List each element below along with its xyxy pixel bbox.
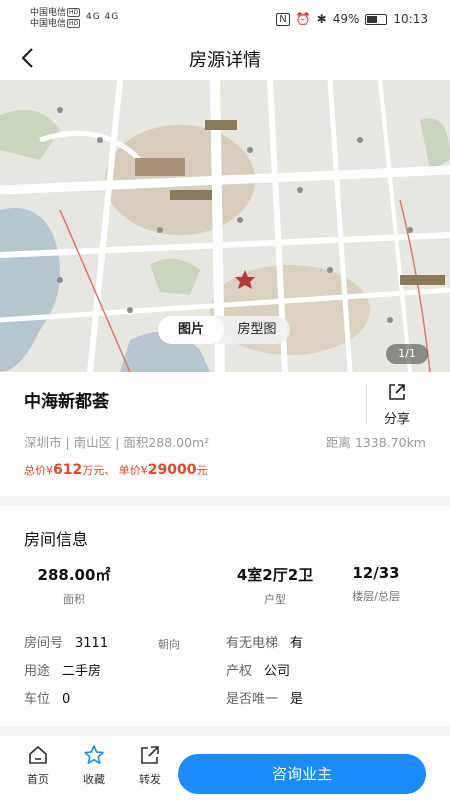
tab-photos[interactable]: 图片 [158,316,224,344]
forward-icon [141,746,159,764]
page-title: 房源详情 [189,50,261,71]
carrier-info: 中国电信 HD 中国电信 HD [30,8,81,30]
info-parking: 车位 0 [24,688,70,707]
nav-bar: 房源详情 [0,38,450,80]
info-room-no: 房间号 3111 [24,632,108,651]
hd-badge-1: HD [67,8,81,17]
layout-label: 户型 [264,593,286,606]
favorite-button[interactable]: 收藏 [74,744,114,787]
stat-layout: 4室2厅2卫 户型 [220,564,330,607]
share-button[interactable]: 分享 [372,382,422,427]
property-name: 中海新都荟 [24,392,109,412]
share-icon [389,384,405,400]
room-info-card: 房间信息 288.00㎡ 面积 朝向 4室2厅2卫 户型 12/33 楼层/总层… [0,506,450,726]
floor-label: 楼层/总层 [352,590,400,603]
nfc-icon: N [276,12,290,26]
home-label: 首页 [27,773,49,786]
info-unique: 是否唯一是 [226,688,303,707]
stat-floor: 12/33 楼层/总层 [340,564,412,604]
room-no-value: 3111 [75,636,109,651]
consult-owner-button[interactable]: 咨询业主 [178,754,426,794]
unique-label: 是否唯一 [226,692,279,707]
alarm-icon: ⏰ [295,12,311,26]
status-bar: 中国电信 HD 中国电信 HD 4G 4G N ⏰ ✱ 49% 10:13 [0,0,450,38]
location-line: 深圳市 | 南山区 | 面积288.00m² [24,435,210,450]
signal-icon: 4G 4G [86,12,120,22]
battery-icon [365,13,388,25]
parking-label: 车位 [24,692,51,707]
price-unit-value: 29000 [147,462,197,478]
hd-badge-2: HD [67,19,81,28]
favorite-label: 收藏 [83,773,105,786]
stat-area: 288.00㎡ 面积 [26,564,122,607]
layout-value: 4室2厅2卫 [236,566,314,584]
tab-floorplan[interactable]: 房型图 [224,316,290,344]
star-icon [84,745,104,764]
room-no-label: 房间号 [24,636,64,651]
area-value: 288.00㎡ [37,566,111,584]
photo-counter: 1/1 [386,344,428,364]
orientation-label: 朝向 [158,638,180,651]
bluetooth-icon: ✱ [316,12,327,26]
unique-value: 是 [290,692,304,707]
floor-value: 12/33 [352,564,400,582]
status-right: N ⏰ ✱ 49% 10:13 [276,12,428,26]
info-elevator: 有无电梯有 [226,632,303,651]
section-title: 房间信息 [24,530,89,549]
price-total-suffix: 万元、 单价¥ [82,464,148,477]
home-button[interactable]: 首页 [18,744,58,787]
price-line: 总价¥612万元、 单价¥29000元 [24,462,207,478]
carrier-2: 中国电信 [30,19,67,29]
distance: 距离 1338.70km [325,435,426,450]
price-unit-suffix: 元 [196,464,208,477]
area-label: 面积 [63,593,85,606]
home-icon [29,745,47,764]
room-stats: 288.00㎡ 面积 朝向 4室2厅2卫 户型 12/33 楼层/总层 [0,564,450,651]
ownership-value: 公司 [264,664,291,679]
usage-label: 用途 [24,664,51,679]
battery-percent: 49% [332,12,360,26]
elevator-value: 有 [290,636,304,651]
bottom-action-bar: 首页 收藏 转发 咨询业主 [0,736,450,800]
divider [366,384,367,424]
clock: 10:13 [393,12,428,26]
ownership-label: 产权 [226,664,253,679]
info-usage: 用途 二手房 [24,660,101,679]
property-summary-card: 中海新都荟 分享 深圳市 | 南山区 | 面积288.00m² 距离 1338.… [0,372,450,496]
price-total-value: 612 [53,462,83,478]
usage-value: 二手房 [62,664,102,679]
forward-button[interactable]: 转发 [130,744,170,787]
parking-value: 0 [62,692,71,707]
forward-label: 转发 [139,773,161,786]
media-toggle: 图片 房型图 [158,316,290,344]
carrier-1: 中国电信 [30,8,67,18]
elevator-label: 有无电梯 [226,636,279,651]
price-total-prefix: 总价¥ [24,464,53,477]
share-label: 分享 [383,412,410,427]
info-ownership: 产权 公司 [226,660,290,679]
